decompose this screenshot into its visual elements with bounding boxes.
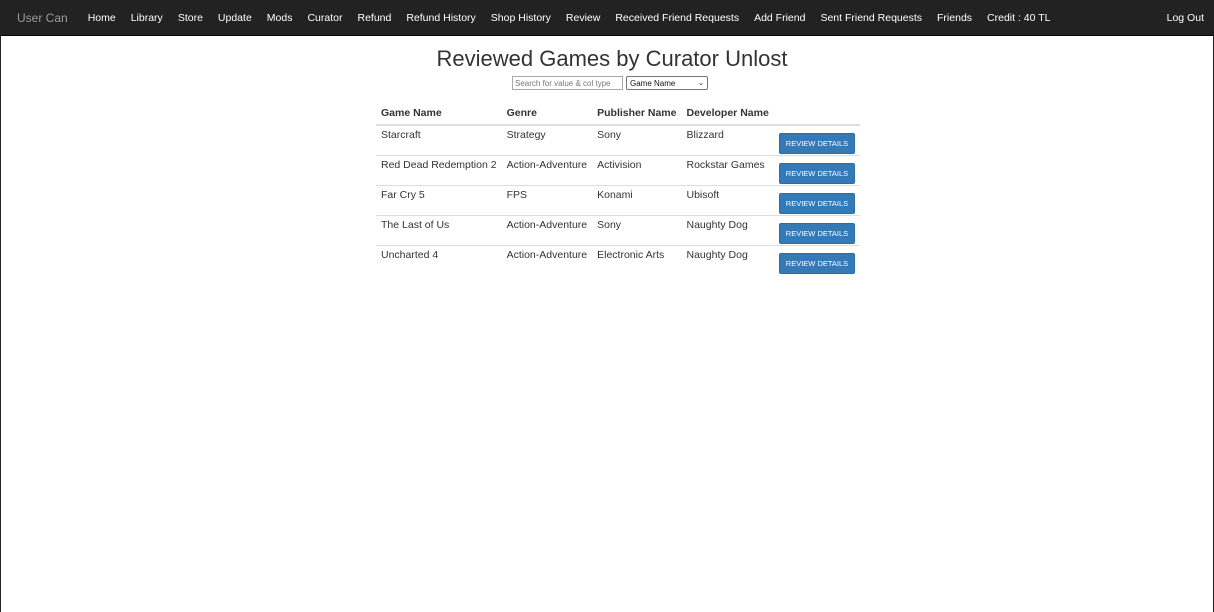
cell-publisher: Sony xyxy=(592,124,682,155)
nav-link-refund-history[interactable]: Refund History xyxy=(406,12,475,24)
cell-publisher: Sony xyxy=(592,214,682,245)
cell-game-name: Starcraft xyxy=(376,124,502,155)
cell-action: REVIEW DETAILS xyxy=(773,124,861,155)
cell-publisher: Konami xyxy=(592,184,682,215)
cell-action: REVIEW DETAILS xyxy=(773,184,861,215)
page-frame xyxy=(0,0,1214,612)
page-title: Reviewed Games by Curator Unlost xyxy=(436,46,788,71)
cell-genre: FPS xyxy=(501,184,593,215)
credit-balance: Credit : 40 TL xyxy=(987,11,1051,24)
search-controls: Game Name ⌄ xyxy=(512,76,708,90)
nav-link-home[interactable]: Home xyxy=(88,12,116,24)
review-details-button[interactable]: REVIEW DETAILS xyxy=(778,192,856,214)
nav-link-add-friend[interactable]: Add Friend xyxy=(754,12,805,24)
cell-game-name: Far Cry 5 xyxy=(376,184,502,215)
cell-developer: Naughty Dog xyxy=(681,244,774,275)
cell-game-name: The Last of Us xyxy=(376,214,502,245)
header-genre: Genre xyxy=(501,99,593,126)
reviewed-games-table-container: Game Name Genre Publisher Name Developer… xyxy=(376,99,861,275)
nav-link-sent-friend-requests[interactable]: Sent Friend Requests xyxy=(820,12,922,24)
cell-publisher: Activision xyxy=(592,154,682,185)
table-row: Starcraft Strategy Sony Blizzard REVIEW … xyxy=(376,124,861,155)
nav-link-review[interactable]: Review xyxy=(566,12,600,24)
nav-link-received-friend-requests[interactable]: Received Friend Requests xyxy=(615,12,739,24)
review-details-button[interactable]: REVIEW DETAILS xyxy=(778,222,856,244)
cell-genre: Action-Adventure xyxy=(501,154,593,185)
table-row: Far Cry 5 FPS Konami Ubisoft REVIEW DETA… xyxy=(376,184,861,215)
table-row: The Last of Us Action-Adventure Sony Nau… xyxy=(376,214,861,245)
review-details-button[interactable]: REVIEW DETAILS xyxy=(778,252,856,274)
header-game-name: Game Name xyxy=(376,99,502,126)
reviewed-games-table: Game Name Genre Publisher Name Developer… xyxy=(376,99,861,275)
cell-game-name: Red Dead Redemption 2 xyxy=(376,154,502,185)
nav-link-curator[interactable]: Curator xyxy=(307,12,342,24)
review-details-button[interactable]: REVIEW DETAILS xyxy=(778,132,856,154)
cell-action: REVIEW DETAILS xyxy=(773,244,861,275)
cell-game-name: Uncharted 4 xyxy=(376,244,502,275)
logout-link[interactable]: Log Out xyxy=(1167,12,1204,24)
cell-action: REVIEW DETAILS xyxy=(773,214,861,245)
nav-link-mods[interactable]: Mods xyxy=(267,12,293,24)
cell-action: REVIEW DETAILS xyxy=(773,154,861,185)
cell-developer: Rockstar Games xyxy=(681,154,774,185)
nav-link-friends[interactable]: Friends xyxy=(937,12,972,24)
column-type-select[interactable]: Game Name ⌄ xyxy=(626,76,708,90)
chevron-down-icon: ⌄ xyxy=(698,80,704,87)
table-row: Uncharted 4 Action-Adventure Electronic … xyxy=(376,244,861,275)
search-input[interactable] xyxy=(512,76,623,90)
nav-link-shop-history[interactable]: Shop History xyxy=(491,12,551,24)
column-type-selected: Game Name xyxy=(630,78,676,88)
table-row: Red Dead Redemption 2 Action-Adventure A… xyxy=(376,154,861,185)
cell-publisher: Electronic Arts xyxy=(592,244,682,275)
cell-developer: Ubisoft xyxy=(681,184,774,215)
cell-developer: Naughty Dog xyxy=(681,214,774,245)
cell-developer: Blizzard xyxy=(681,124,774,155)
navbar-brand[interactable]: User Can xyxy=(17,11,68,25)
cell-genre: Action-Adventure xyxy=(501,244,593,275)
nav-link-store[interactable]: Store xyxy=(178,12,203,24)
top-navbar: User Can Home Library Store Update Mods … xyxy=(0,0,1214,36)
header-publisher-name: Publisher Name xyxy=(592,99,682,126)
cell-genre: Strategy xyxy=(501,124,593,155)
cell-genre: Action-Adventure xyxy=(501,214,593,245)
header-actions xyxy=(773,99,861,126)
nav-link-refund[interactable]: Refund xyxy=(357,12,391,24)
nav-link-library[interactable]: Library xyxy=(131,12,163,24)
nav-link-update[interactable]: Update xyxy=(218,12,252,24)
header-developer-name: Developer Name xyxy=(681,99,774,126)
table-header-row: Game Name Genre Publisher Name Developer… xyxy=(376,99,861,126)
review-details-button[interactable]: REVIEW DETAILS xyxy=(778,162,856,184)
